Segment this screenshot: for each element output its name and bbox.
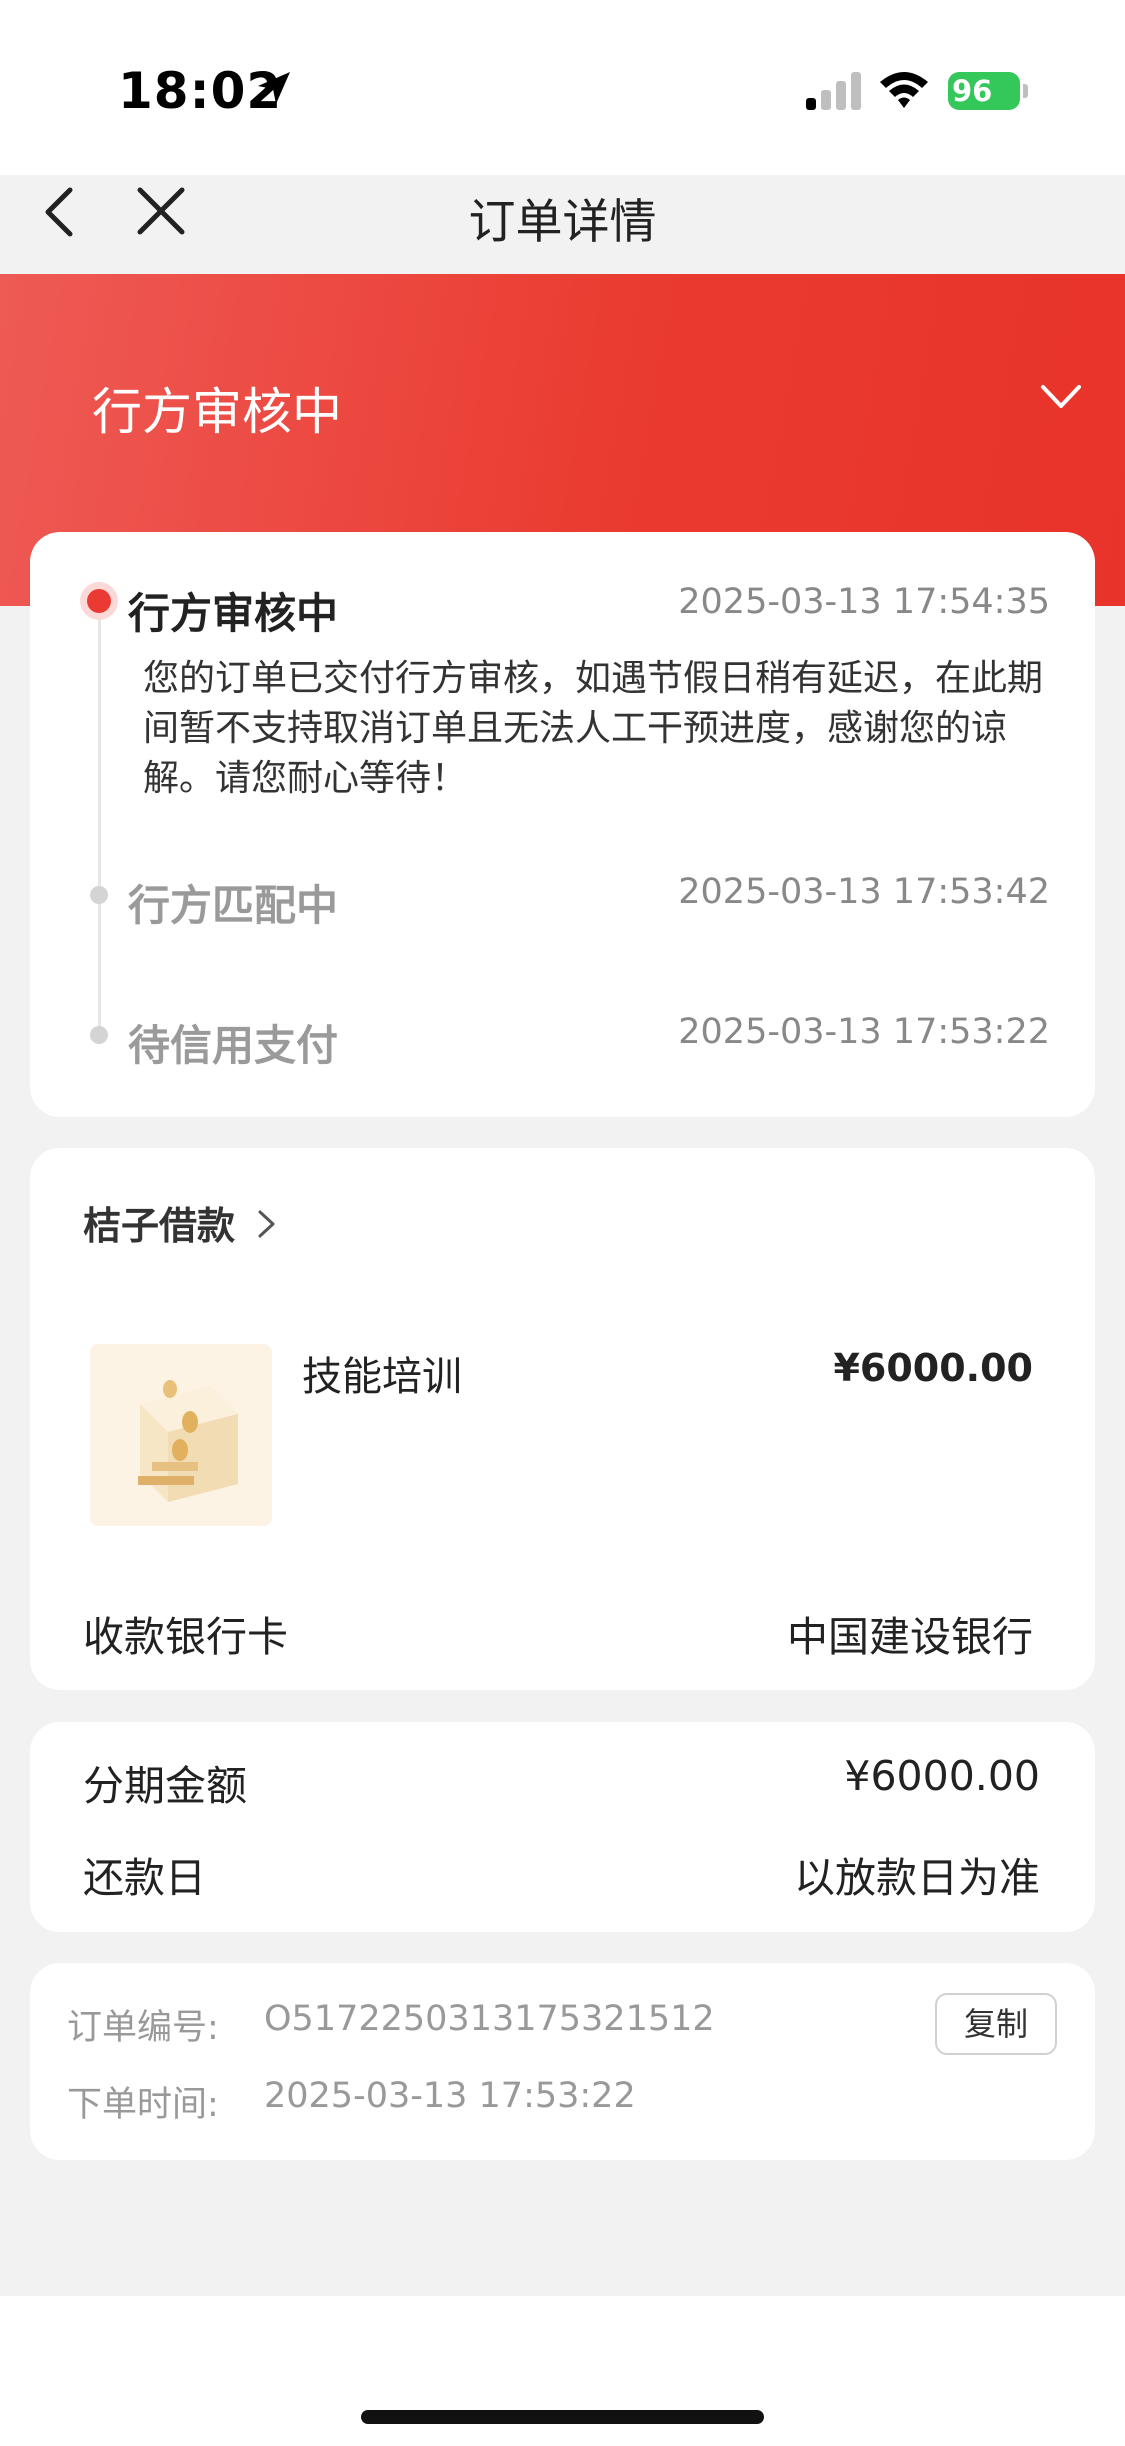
battery-icon: 96 (948, 72, 1028, 110)
timeline-step-desc: 您的订单已交付行方审核，如遇节假日稍有延迟，在此期间暂不支持取消订单且无法人工干… (143, 658, 1044, 799)
bank-value: 中国建设银行 (787, 1613, 1033, 1661)
merchant-link[interactable]: 桔子借款 (83, 1195, 235, 1250)
signal-icon (806, 72, 861, 110)
coin-box-icon (138, 1380, 238, 1502)
location-arrow-icon (258, 72, 290, 104)
timeline-step-time: 2025-03-13 17:54:35 (678, 582, 1050, 622)
timeline-step-time: 2025-03-13 17:53:42 (678, 872, 1050, 912)
repay-day-value: 以放款日为准 (794, 1854, 1040, 1902)
timeline-dot-active (80, 582, 118, 620)
timeline-step-title: 行方匹配中 (128, 881, 339, 930)
order-number-label: 订单编号: (67, 2008, 219, 2048)
order-time-value: 2025-03-13 17:53:22 (264, 2076, 636, 2116)
timeline-step-title: 行方审核中 (128, 589, 339, 638)
wifi-icon (880, 72, 928, 108)
product-image (90, 1344, 272, 1526)
product-price: ¥6000.00 (833, 1346, 1033, 1390)
order-info-card: 订单编号: O5172250313175321512 复制 下单时间: 2025… (30, 1963, 1095, 2160)
timeline-line (98, 602, 101, 1032)
bank-label: 收款银行卡 (83, 1613, 288, 1661)
timeline-step-time: 2025-03-13 17:53:22 (678, 1012, 1050, 1052)
timeline-dot (90, 1026, 108, 1044)
chevron-down-icon[interactable] (1040, 384, 1082, 410)
timeline-dot (90, 886, 108, 904)
product-card: 桔子借款 技能培训 ¥6000.00 收款银行卡 中国建设银行 (30, 1148, 1095, 1690)
banner-status: 行方审核中 (92, 383, 342, 441)
progress-timeline: 行方审核中 2025-03-13 17:54:35 您的订单已交付行方审核，如遇… (30, 532, 1095, 1117)
product-name: 技能培训 (302, 1354, 462, 1400)
copy-button[interactable]: 复制 (935, 1993, 1057, 2055)
status-bar: 18:02 96 (0, 0, 1125, 175)
order-time-label: 下单时间: (67, 2085, 219, 2125)
order-number-value: O5172250313175321512 (264, 1999, 715, 2039)
installment-card: 分期金额 ¥6000.00 还款日 以放款日为准 (30, 1722, 1095, 1932)
repay-day-label: 还款日 (83, 1854, 206, 1902)
installment-amount-value: ¥6000.00 (844, 1752, 1040, 1800)
battery-cap (1023, 84, 1028, 98)
timeline-step-title: 待信用支付 (128, 1021, 339, 1070)
page-title: 订单详情 (468, 195, 657, 250)
installment-amount-label: 分期金额 (83, 1762, 247, 1810)
battery-level: 96 (948, 72, 1020, 110)
home-indicator[interactable] (361, 2410, 764, 2424)
chevron-right-icon[interactable] (255, 1206, 279, 1242)
